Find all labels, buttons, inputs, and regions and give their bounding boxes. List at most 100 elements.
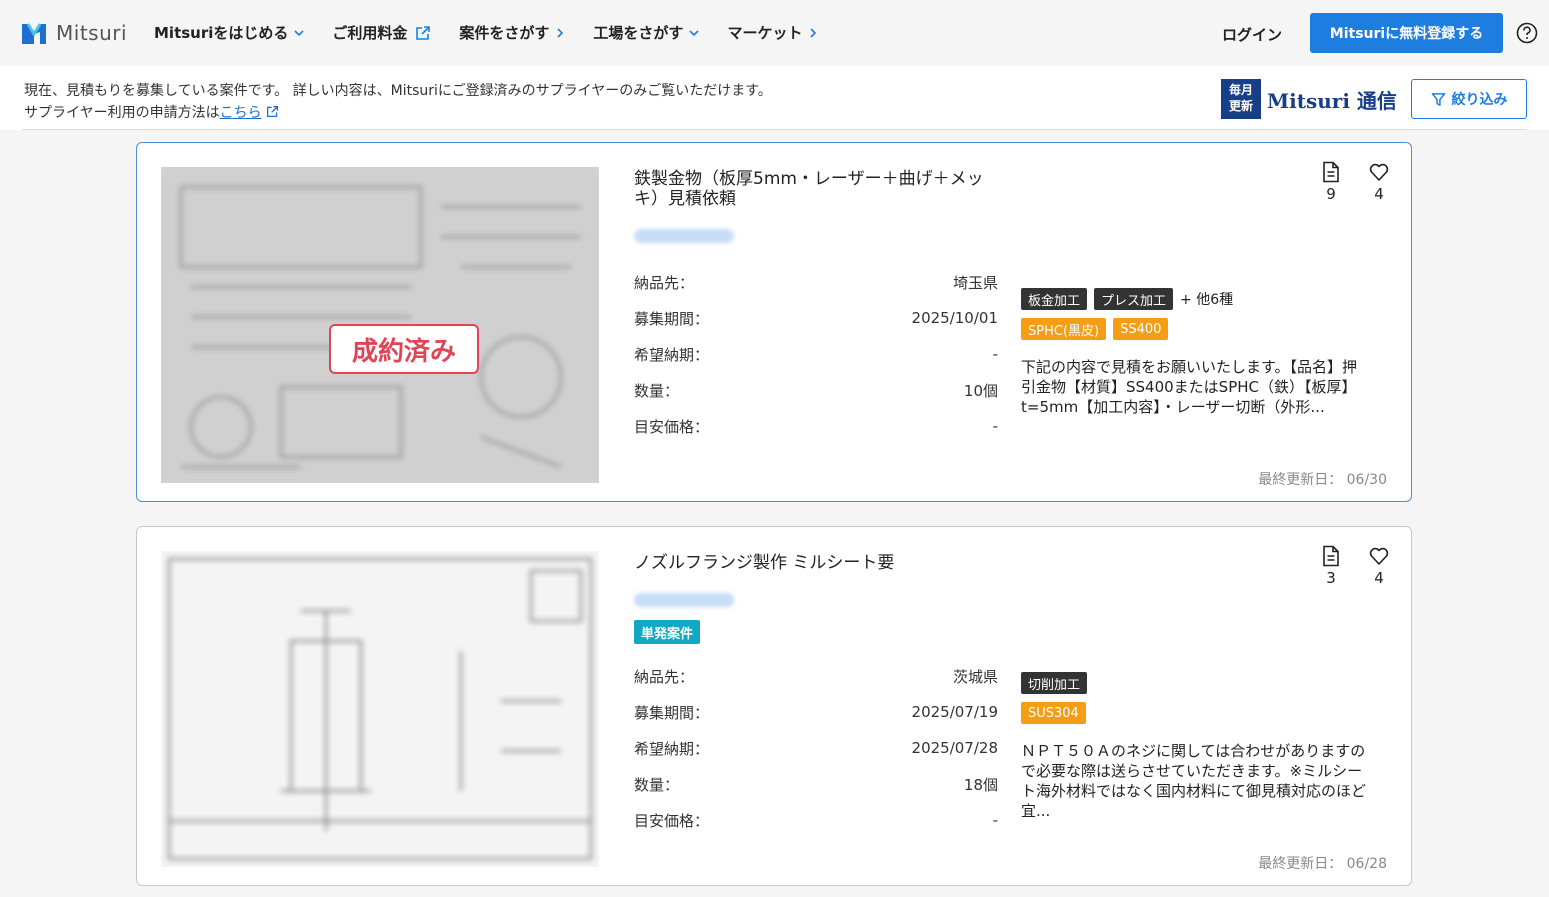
nav-label: マーケット [727,24,803,42]
document-icon [1323,161,1339,183]
register-button[interactable]: Mitsuriに無料登録する [1310,13,1503,53]
project-description: 下記の内容で見積をお願いいたします。【品名】押引金物【材質】SS400またはSP… [1021,358,1358,416]
project-card[interactable]: ノズルフランジ製作 ミルシート要 単発案件 納品先： 茨城県 募集期間： 2025/… [136,526,1412,886]
file-count: 3 [1307,545,1355,587]
info-line-1: 現在、見積もりを募集している案件です。 詳しい内容は、Mitsuriにご登録済み… [24,83,772,99]
external-link-icon [416,25,431,40]
process-tag: プレス加工 [1094,288,1174,310]
spec-value: 18個 [963,775,998,794]
badge-line-2: 更新 [1228,99,1253,113]
chevron-down-icon [294,29,304,36]
spec-row-quantity: 数量： 10個 [634,372,998,408]
drawing-thumbnail [161,551,599,867]
material-tag: SS400 [1113,318,1169,340]
company-name-blurred [634,229,734,243]
nav-getting-started[interactable]: Mitsuriをはじめる [154,22,304,43]
mitsuri-tsushin-banner[interactable]: 毎月 更新 Mitsuri 通信 [1221,79,1397,119]
spec-list: 納品先： 茨城県 募集期間： 2025/07/19 希望納期： 2025/07/28 … [634,658,998,838]
spec-value: 2025/07/19 [911,703,998,721]
project-card[interactable]: 成約済み 鉄製金物（板厚5mm・レーザー＋曲げ＋メッキ）見積依頼 納品先： 埼玉県… [136,142,1412,502]
spec-key: 希望納期： [634,739,710,758]
project-title[interactable]: ノズルフランジ製作 ミルシート要 [634,553,1004,573]
heart-icon [1369,547,1389,565]
spec-value: 茨城県 [952,667,998,686]
spec-value: 2025/10/01 [911,309,998,327]
mitsuri-logo-icon [22,23,46,44]
process-tags: 板金加工 プレス加工 + 他6種 [1021,288,1233,310]
nav-label: 工場をさがす [593,24,684,42]
spec-key: 募集期間： [634,703,710,722]
spec-key: 希望納期： [634,345,710,364]
info-line-2: サプライヤー利用の申請方法はこちら [24,102,772,124]
single-project-tag: 単発案件 [634,620,701,644]
spec-key: 目安価格： [634,417,710,436]
spec-value: - [992,417,998,435]
spec-key: 数量： [634,775,680,794]
last-updated: 最終更新日： 06/30 [1258,472,1387,488]
like-count[interactable]: 4 [1355,161,1403,203]
more-tags: + 他6種 [1180,292,1234,308]
filter-button[interactable]: 絞り込み [1411,79,1527,119]
document-icon [1323,545,1339,567]
spec-key: 納品先： [634,667,695,686]
filter-label: 絞り込み [1451,92,1508,108]
spec-row-quantity: 数量： 18個 [634,766,998,802]
spec-value: 埼玉県 [952,273,998,292]
nav-market[interactable]: マーケット [727,22,818,43]
badge-line-1: 毎月 [1228,83,1253,97]
spec-value: 2025/07/28 [911,739,998,757]
nav-label: ご利用料金 [332,24,408,42]
material-tags: SPHC(黒皮) SS400 [1021,318,1233,340]
nav-find-projects[interactable]: 案件をさがす [459,22,565,43]
file-count-value: 3 [1326,569,1336,587]
nav-pricing[interactable]: ご利用料金 [332,22,431,43]
spec-value: - [992,811,998,829]
help-icon[interactable] [1516,22,1538,44]
like-count[interactable]: 4 [1355,545,1403,587]
nav-find-factories[interactable]: 工場をさがす [593,22,700,43]
material-tag: SUS304 [1021,702,1086,724]
filter-icon [1431,92,1445,106]
drawing-thumbnail: 成約済み [161,167,599,483]
like-count-value: 4 [1374,185,1384,203]
process-tag: 板金加工 [1021,288,1088,310]
spec-key: 数量： [634,381,680,400]
file-count: 9 [1307,161,1355,203]
main-nav: Mitsuriをはじめる ご利用料金 案件をさがす 工場をさがす マーケット [154,22,846,43]
process-tags: 切削加工 [1021,672,1094,694]
info-text: 現在、見積もりを募集している案件です。 詳しい内容は、Mitsuriにご登録済み… [24,80,772,124]
login-link[interactable]: ログイン [1222,24,1282,45]
spec-row-delivery: 納品先： 埼玉県 [634,264,998,300]
divider [22,129,1527,130]
spec-row-price: 目安価格： - [634,802,998,838]
mitsuri-logo[interactable]: Mitsuri [20,20,127,46]
heart-icon [1369,163,1389,181]
chevron-right-icon [557,27,564,38]
process-tag: 切削加工 [1021,672,1088,694]
apply-method-link[interactable]: こちら [220,105,262,121]
last-updated: 最終更新日： 06/28 [1258,856,1387,872]
external-link-icon [266,105,278,118]
nav-label: 案件をさがす [459,24,550,42]
project-description: ＮＰＴ５０Ａのネジに関しては合わせがありますので必要な際は送らさせていただきます… [1021,742,1367,820]
spec-key: 目安価格： [634,811,710,830]
spec-row-deadline: 希望納期： - [634,336,998,372]
file-count-value: 9 [1326,185,1336,203]
project-title[interactable]: 鉄製金物（板厚5mm・レーザー＋曲げ＋メッキ）見積依頼 [634,169,1004,209]
tag-area: 板金加工 プレス加工 + 他6種 SPHC(黒皮) SS400 [1021,288,1233,348]
card-stats: 9 4 [1307,161,1403,203]
like-count-value: 4 [1374,569,1384,587]
logo-text: Mitsuri [56,21,128,45]
spec-key: 募集期間： [634,309,710,328]
contracted-stamp: 成約済み [329,324,479,374]
spec-row-delivery: 納品先： 茨城県 [634,658,998,694]
info-line-2-prefix: サプライヤー利用の申請方法は [24,105,220,121]
chevron-down-icon [689,29,700,36]
material-tag: SPHC(黒皮) [1021,318,1107,340]
top-header: Mitsuri Mitsuriをはじめる ご利用料金 案件をさがす 工場をさがす… [0,0,1549,66]
spec-value: 10個 [963,381,998,400]
nav-label: Mitsuriをはじめる [154,24,289,42]
spec-row-period: 募集期間： 2025/10/01 [634,300,998,336]
spec-row-price: 目安価格： - [634,408,998,444]
monthly-update-badge: 毎月 更新 [1221,79,1261,119]
